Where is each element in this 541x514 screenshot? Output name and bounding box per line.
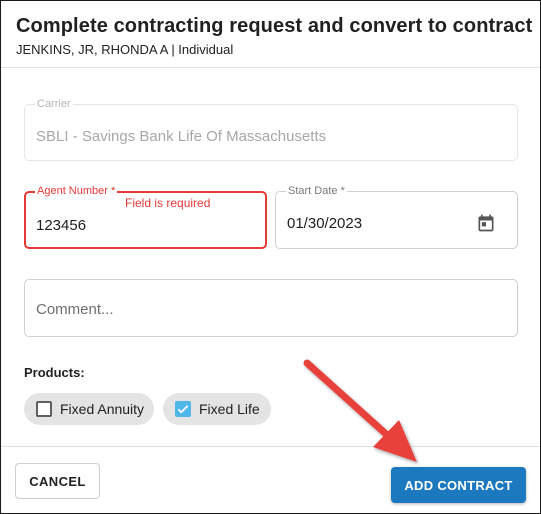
start-date-label: Start Date * — [286, 185, 347, 198]
contract-dialog: Complete contracting request and convert… — [0, 0, 541, 514]
product-chip-fixed-annuity[interactable]: Fixed Annuity — [24, 393, 154, 425]
start-date-value[interactable]: 01/30/2023 — [287, 215, 362, 232]
start-date-field[interactable]: Start Date * 01/30/2023 — [275, 185, 518, 249]
header-divider — [1, 67, 540, 68]
annotation-arrow-icon — [303, 359, 417, 462]
agent-number-label: Agent Number * — [35, 185, 118, 198]
products-label: Products: — [24, 365, 85, 380]
carrier-field: Carrier SBLI - Savings Bank Life Of Mass… — [24, 98, 518, 161]
dialog-header: Complete contracting request and convert… — [16, 15, 533, 57]
footer-divider — [1, 446, 540, 447]
carrier-label: Carrier — [35, 98, 73, 111]
carrier-value: SBLI - Savings Bank Life Of Massachusett… — [36, 128, 327, 145]
add-contract-button[interactable]: ADD CONTRACT — [391, 467, 526, 503]
comment-field[interactable]: Comment... — [24, 279, 518, 337]
product-label-fixed-life: Fixed Life — [199, 401, 260, 417]
dialog-subtitle: JENKINS, JR, RHONDA A | Individual — [16, 42, 234, 57]
agent-number-value[interactable]: 123456 — [36, 217, 86, 234]
calendar-icon[interactable] — [476, 213, 496, 233]
comment-placeholder[interactable]: Comment... — [36, 301, 114, 318]
agent-number-field[interactable]: Agent Number * Field is required 123456 — [24, 185, 267, 249]
checkbox-unchecked-icon[interactable] — [36, 401, 52, 417]
agent-number-error: Field is required — [125, 196, 211, 210]
checkbox-checked-icon[interactable] — [175, 401, 191, 417]
product-label-fixed-annuity: Fixed Annuity — [60, 401, 145, 417]
cancel-button[interactable]: CANCEL — [15, 463, 100, 499]
product-chip-fixed-life[interactable]: Fixed Life — [163, 393, 271, 425]
dialog-title: Complete contracting request and convert… — [16, 15, 533, 37]
